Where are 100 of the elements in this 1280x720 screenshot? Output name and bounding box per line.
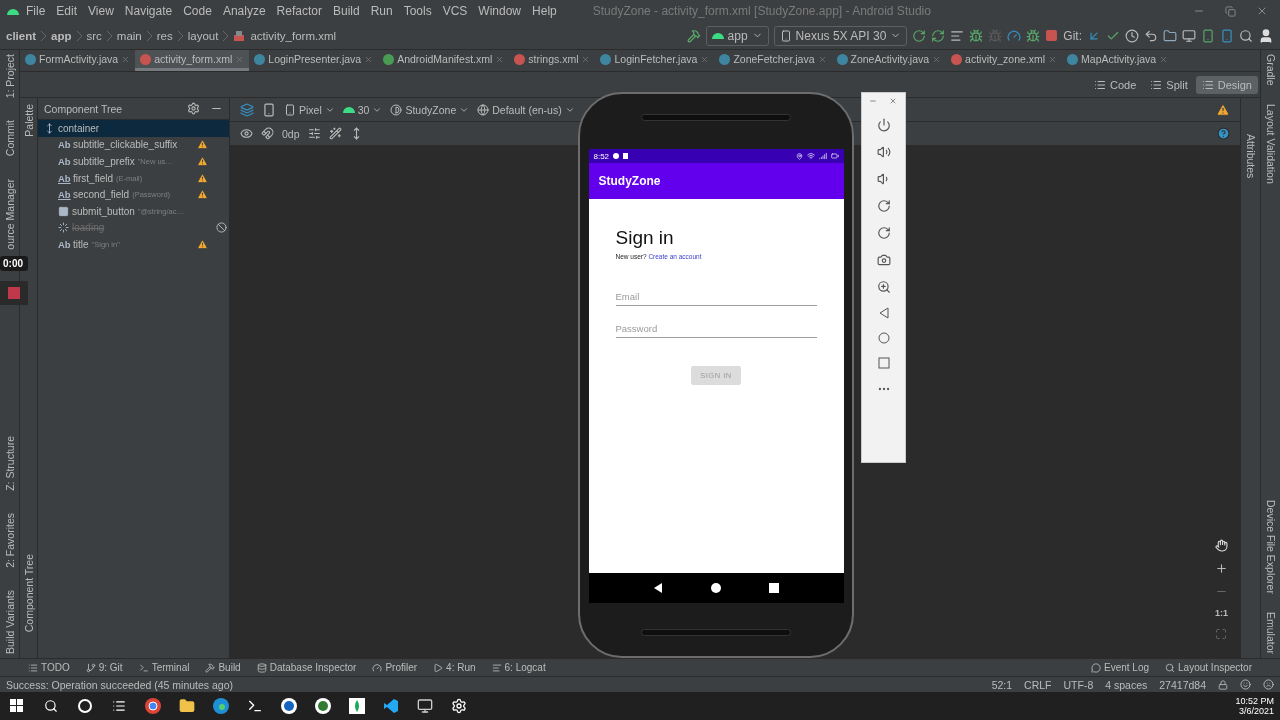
layers-icon[interactable] xyxy=(240,102,254,117)
breadcrumb[interactable]: client xyxy=(6,29,37,42)
menu-item[interactable]: View xyxy=(83,4,119,18)
back-icon[interactable] xyxy=(652,583,663,593)
debug-icon[interactable] xyxy=(969,28,984,43)
fit-screen-icon[interactable] xyxy=(1215,628,1228,640)
app-icon[interactable] xyxy=(315,698,331,714)
zoom-icon[interactable] xyxy=(876,280,891,294)
breadcrumb[interactable]: res xyxy=(156,29,173,42)
overview-icon[interactable] xyxy=(769,583,780,593)
view-mode-button[interactable]: Split xyxy=(1144,75,1194,94)
menu-item[interactable]: Help xyxy=(527,4,562,18)
tool-window-tab[interactable]: Attributes xyxy=(1244,134,1257,658)
build-icon[interactable] xyxy=(686,28,701,43)
frown-icon[interactable] xyxy=(1263,679,1274,690)
user-icon[interactable] xyxy=(1258,27,1274,44)
tool-window-button[interactable]: Event Log xyxy=(1091,662,1150,673)
zoom-reset-button[interactable]: 1:1 xyxy=(1215,608,1228,618)
close-button[interactable] xyxy=(889,97,897,105)
apply-changes-icon[interactable] xyxy=(912,28,927,43)
home-icon[interactable] xyxy=(711,583,721,593)
editor-tab[interactable]: ZoneActivity.java xyxy=(831,50,947,71)
magnet-icon[interactable] xyxy=(261,127,274,140)
editor-tab[interactable]: FormActivity.java xyxy=(20,50,136,71)
sync-icon[interactable] xyxy=(950,28,965,43)
text-field[interactable]: Password xyxy=(615,320,817,338)
eye-icon[interactable] xyxy=(240,127,253,140)
tool-window-tab[interactable]: Z: Structure xyxy=(3,436,16,492)
view-mode-button[interactable]: Code xyxy=(1088,75,1143,94)
project-structure-icon[interactable] xyxy=(1163,28,1177,43)
menu-item[interactable]: File xyxy=(21,4,51,18)
rotate-right-icon[interactable] xyxy=(876,226,891,240)
tool-window-tab[interactable]: 1: Project xyxy=(3,54,16,99)
zoom-in-icon[interactable] xyxy=(1215,562,1228,575)
tool-window-button[interactable]: Database Inspector xyxy=(256,662,357,673)
editor-tab[interactable]: MapActivity.java xyxy=(1062,50,1174,71)
menu-item[interactable]: Window xyxy=(473,4,527,18)
stop-icon[interactable] xyxy=(1045,29,1059,42)
tool-window-tab[interactable]: Palette xyxy=(22,104,35,137)
orientation-icon[interactable] xyxy=(262,102,276,117)
device-dropdown[interactable]: Nexus 5X API 30 xyxy=(773,25,908,46)
menu-item[interactable]: Build xyxy=(327,4,365,18)
tree-row[interactable]: Ab subtitle_clickable_suffix xyxy=(38,136,229,154)
tool-window-tab[interactable]: ource Manager xyxy=(3,178,16,250)
wand-icon[interactable] xyxy=(328,127,342,140)
apply-code-icon[interactable] xyxy=(931,28,946,43)
status-item[interactable]: UTF-8 xyxy=(1063,678,1094,691)
tool-window-button[interactable]: 4: Run xyxy=(433,662,476,673)
tool-window-tab[interactable]: Commit xyxy=(3,120,16,157)
menu-item[interactable]: Navigate xyxy=(119,4,178,18)
tool-window-button[interactable]: 6: Logcat xyxy=(491,662,546,673)
terminal-icon[interactable] xyxy=(247,698,263,714)
windows-start-icon[interactable] xyxy=(10,699,24,713)
breadcrumb[interactable]: app xyxy=(51,29,72,42)
editor-tab[interactable]: AndroidManifest.xml xyxy=(378,50,510,71)
editor-tab[interactable]: LoginFetcher.java xyxy=(595,50,715,71)
editor-tab[interactable]: strings.xml xyxy=(509,50,596,71)
run-config-dropdown[interactable]: app xyxy=(705,25,769,46)
menu-item[interactable]: Refactor xyxy=(271,4,327,18)
restore-button[interactable] xyxy=(1225,5,1236,17)
browser-icon[interactable] xyxy=(145,698,161,714)
tool-window-tab[interactable]: Build Variants xyxy=(3,590,16,654)
theme-dropdown[interactable]: StudyZone xyxy=(390,103,470,116)
editor-tab[interactable]: LoginPresenter.java xyxy=(249,50,379,71)
pan-icon[interactable] xyxy=(1215,539,1228,552)
code-editor-icon[interactable] xyxy=(383,698,399,714)
breadcrumb[interactable]: src xyxy=(86,29,102,42)
api-dropdown[interactable]: 30 xyxy=(342,103,383,116)
app-icon[interactable] xyxy=(281,698,297,714)
text-field[interactable]: Email xyxy=(615,288,817,306)
tool-window-tab[interactable]: Emulator xyxy=(1264,612,1277,654)
status-item[interactable]: 52:1 xyxy=(991,678,1013,691)
status-item[interactable]: 4 spaces xyxy=(1105,678,1148,691)
menu-item[interactable]: Tools xyxy=(398,4,437,18)
sdk-icon[interactable] xyxy=(1201,28,1215,43)
margin-dropdown[interactable]: 0dp xyxy=(282,127,300,140)
browser-icon[interactable] xyxy=(213,698,229,714)
circle-icon[interactable] xyxy=(78,699,92,713)
clear-constraints-icon[interactable] xyxy=(307,127,321,140)
device-dropdown[interactable]: Pixel xyxy=(284,103,335,116)
menu-item[interactable]: Edit xyxy=(51,4,83,18)
view-mode-button[interactable]: Design xyxy=(1195,75,1258,94)
search-icon[interactable] xyxy=(44,699,58,713)
rollback-icon[interactable] xyxy=(1144,28,1158,43)
camera-icon[interactable] xyxy=(876,253,891,267)
vcs-branch[interactable]: 27417d84 xyxy=(1159,678,1206,691)
monitor-icon[interactable] xyxy=(1182,28,1196,43)
folder-icon[interactable] xyxy=(179,698,195,714)
lock-icon[interactable] xyxy=(1218,679,1228,690)
editor-tab[interactable]: activity_form.xml xyxy=(135,50,250,71)
close-button[interactable] xyxy=(1256,5,1268,17)
power-icon[interactable] xyxy=(876,118,891,132)
tool-window-tab[interactable]: Component Tree xyxy=(22,553,35,632)
rotate-left-icon[interactable] xyxy=(876,199,891,213)
profile-icon[interactable] xyxy=(1007,28,1022,43)
locale-dropdown[interactable]: Default (en-us) xyxy=(477,103,575,116)
menu-item[interactable]: Code xyxy=(178,4,217,18)
history-icon[interactable] xyxy=(1125,28,1139,43)
breadcrumb[interactable]: main xyxy=(116,29,142,42)
smile-icon[interactable] xyxy=(1240,679,1251,690)
